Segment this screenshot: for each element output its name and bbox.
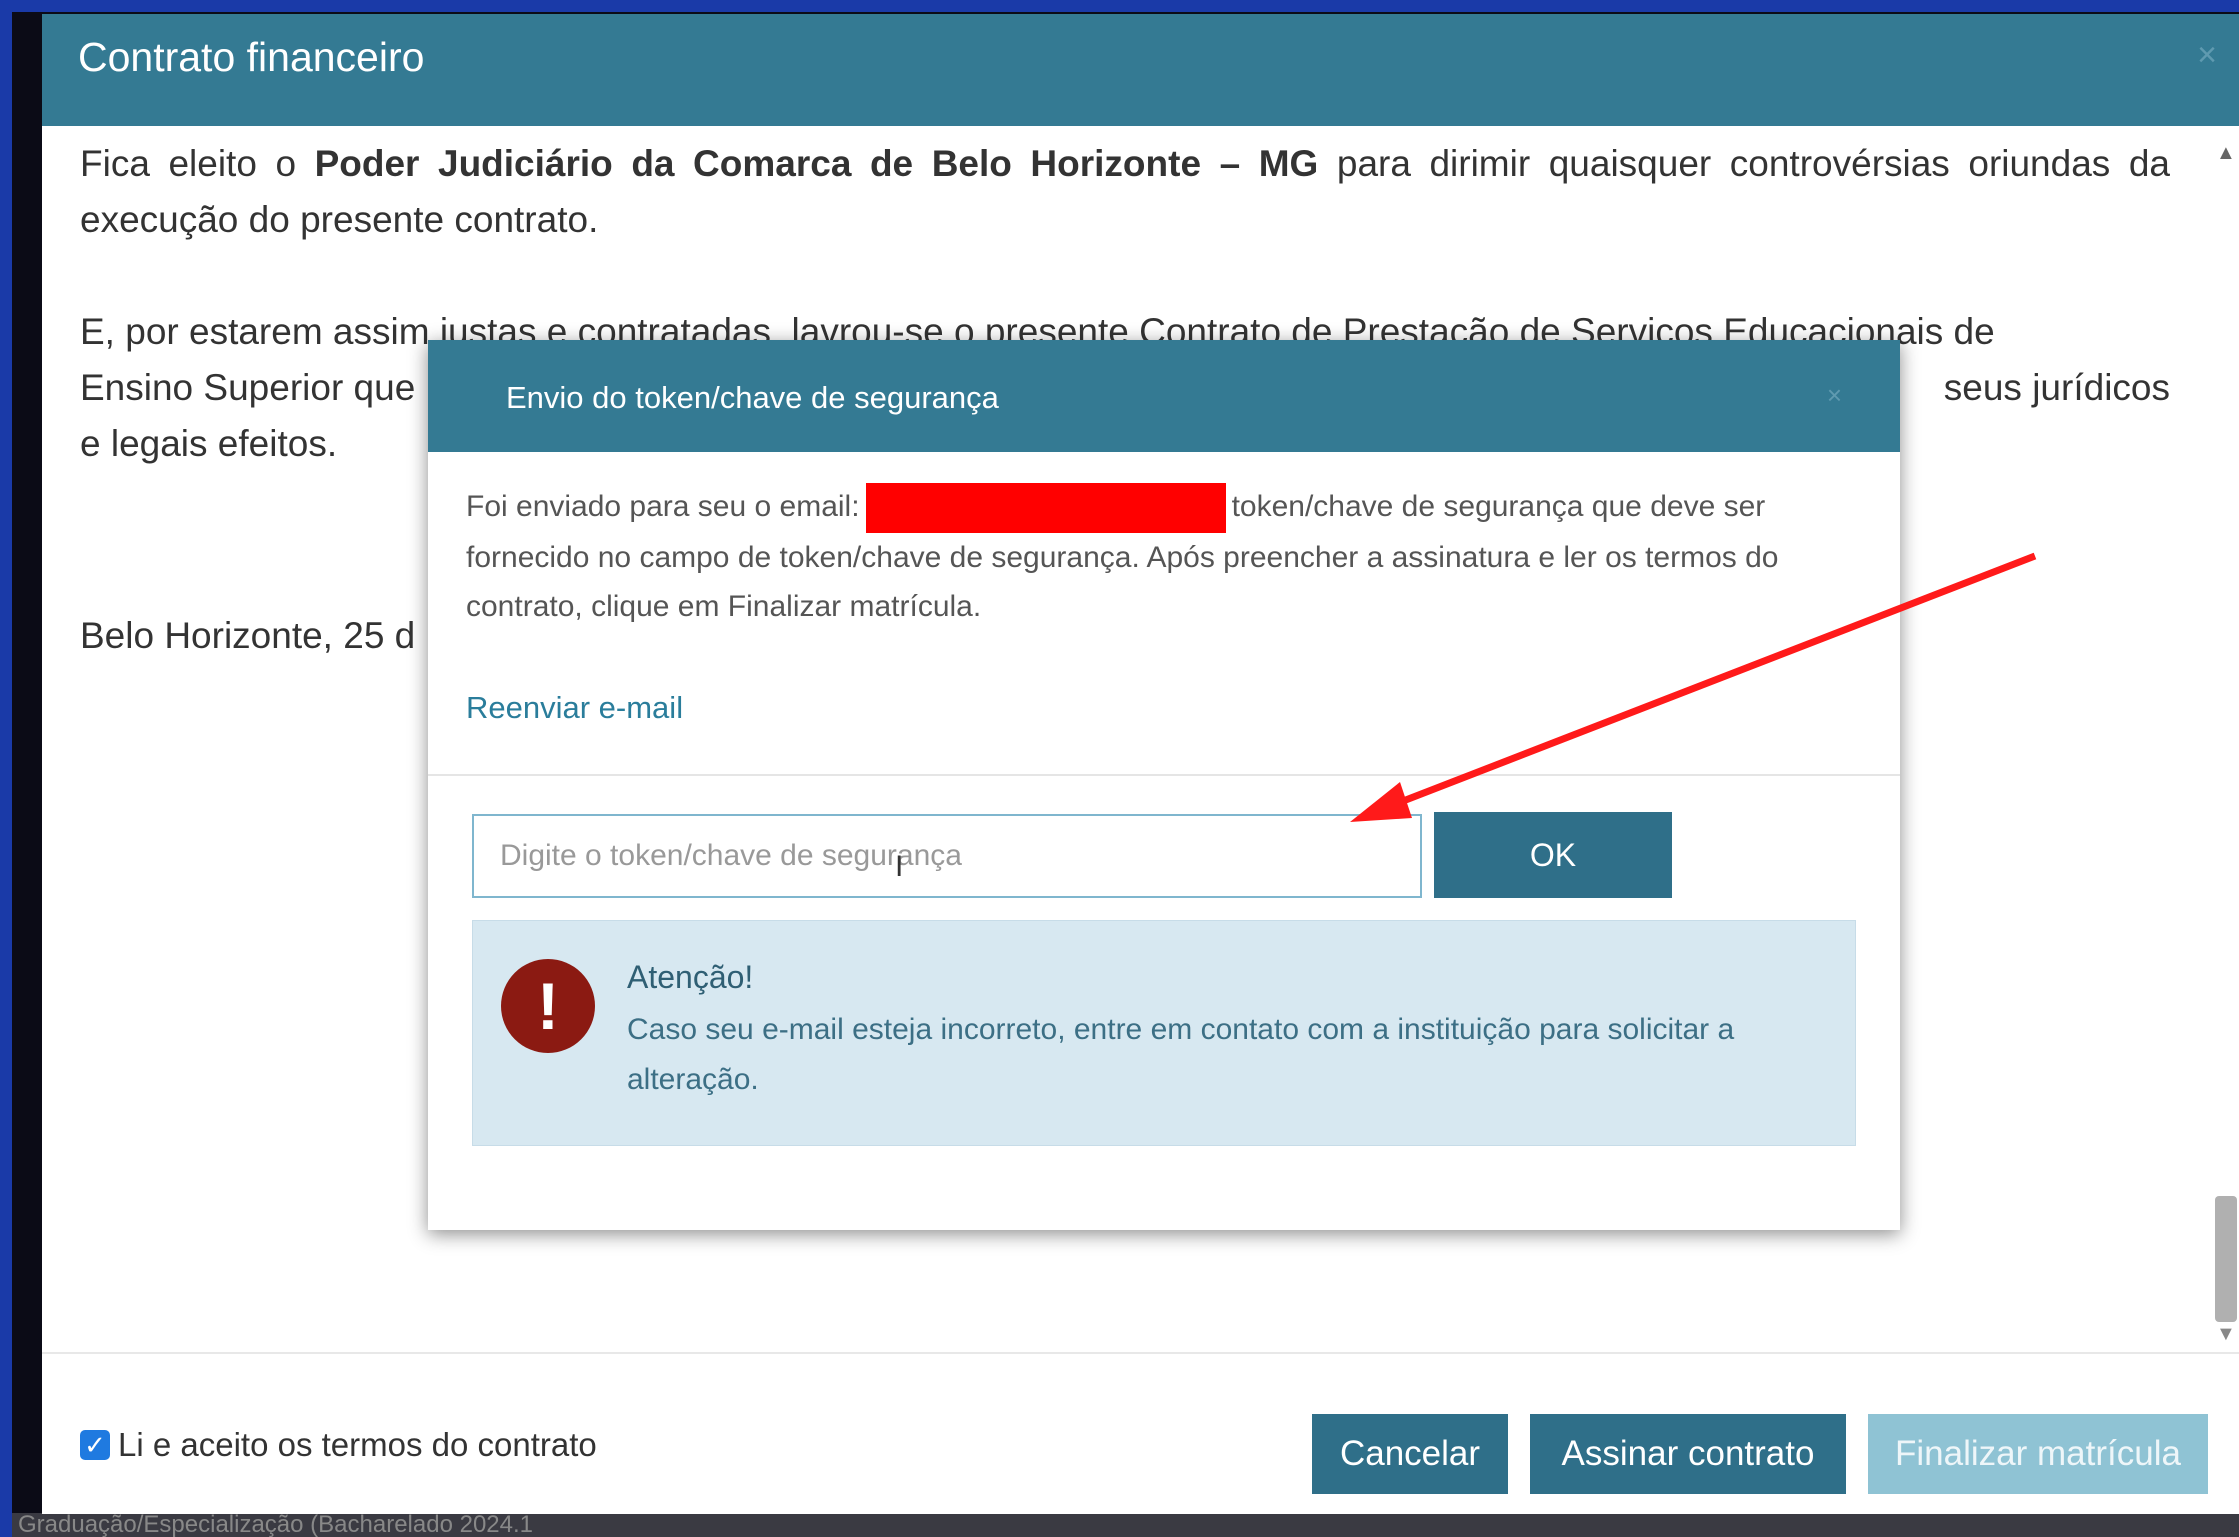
modal-title: Contrato financeiro xyxy=(78,34,425,80)
dialog-divider xyxy=(428,774,1900,776)
scroll-thumb[interactable] xyxy=(2215,1196,2237,1322)
redacted-email xyxy=(865,483,1226,534)
scroll-up-icon[interactable]: ▲ xyxy=(2216,142,2236,165)
finalize-enrollment-button[interactable]: Finalizar matrícula xyxy=(1868,1414,2208,1494)
modal-scrollbar[interactable]: ▲ ▼ xyxy=(2211,136,2239,1352)
accept-terms-label: Li e aceito os termos do contrato xyxy=(118,1426,597,1463)
resend-email-link[interactable]: Reenviar e-mail xyxy=(466,690,683,726)
exclamation-icon: ! xyxy=(501,959,595,1053)
close-icon[interactable]: × xyxy=(2197,36,2217,75)
accept-terms[interactable]: ✓ Li e aceito os termos do contrato xyxy=(80,1426,597,1464)
dialog-close-icon[interactable]: × xyxy=(1827,380,1842,411)
accept-terms-checkbox[interactable]: ✓ xyxy=(80,1430,110,1460)
court-name: Poder Judiciário da Comarca de Belo Hori… xyxy=(314,143,1319,184)
contract-paragraph-jurisdiction: Fica eleito o Poder Judiciário da Comarc… xyxy=(80,143,2170,240)
ok-button[interactable]: OK xyxy=(1434,812,1672,898)
alert-title: Atenção! xyxy=(627,959,754,995)
dialog-header: Envio do token/chave de segurança × xyxy=(428,340,1900,452)
dialog-title: Envio do token/chave de segurança xyxy=(506,380,999,415)
scroll-down-icon[interactable]: ▼ xyxy=(2216,1323,2236,1346)
cancel-button[interactable]: Cancelar xyxy=(1312,1414,1508,1494)
modal-footer: ✓ Li e aceito os termos do contrato Canc… xyxy=(42,1352,2239,1516)
modal-header: Contrato financeiro × xyxy=(42,14,2239,126)
background-status-text: Graduação/Especialização (Bacharelado 20… xyxy=(12,1513,2239,1537)
attention-alert: ! Atenção! Caso seu e-mail esteja incorr… xyxy=(472,920,1856,1146)
dialog-message: Foi enviado para seu o email: token/chave… xyxy=(466,482,1856,631)
security-token-dialog: Envio do token/chave de segurança × Foi … xyxy=(428,340,1900,1230)
text-cursor-icon: I xyxy=(895,850,904,883)
token-input[interactable] xyxy=(472,814,1422,898)
sign-contract-button[interactable]: Assinar contrato xyxy=(1530,1414,1846,1494)
alert-text: Caso seu e-mail esteja incorreto, entre … xyxy=(627,1013,1735,1096)
